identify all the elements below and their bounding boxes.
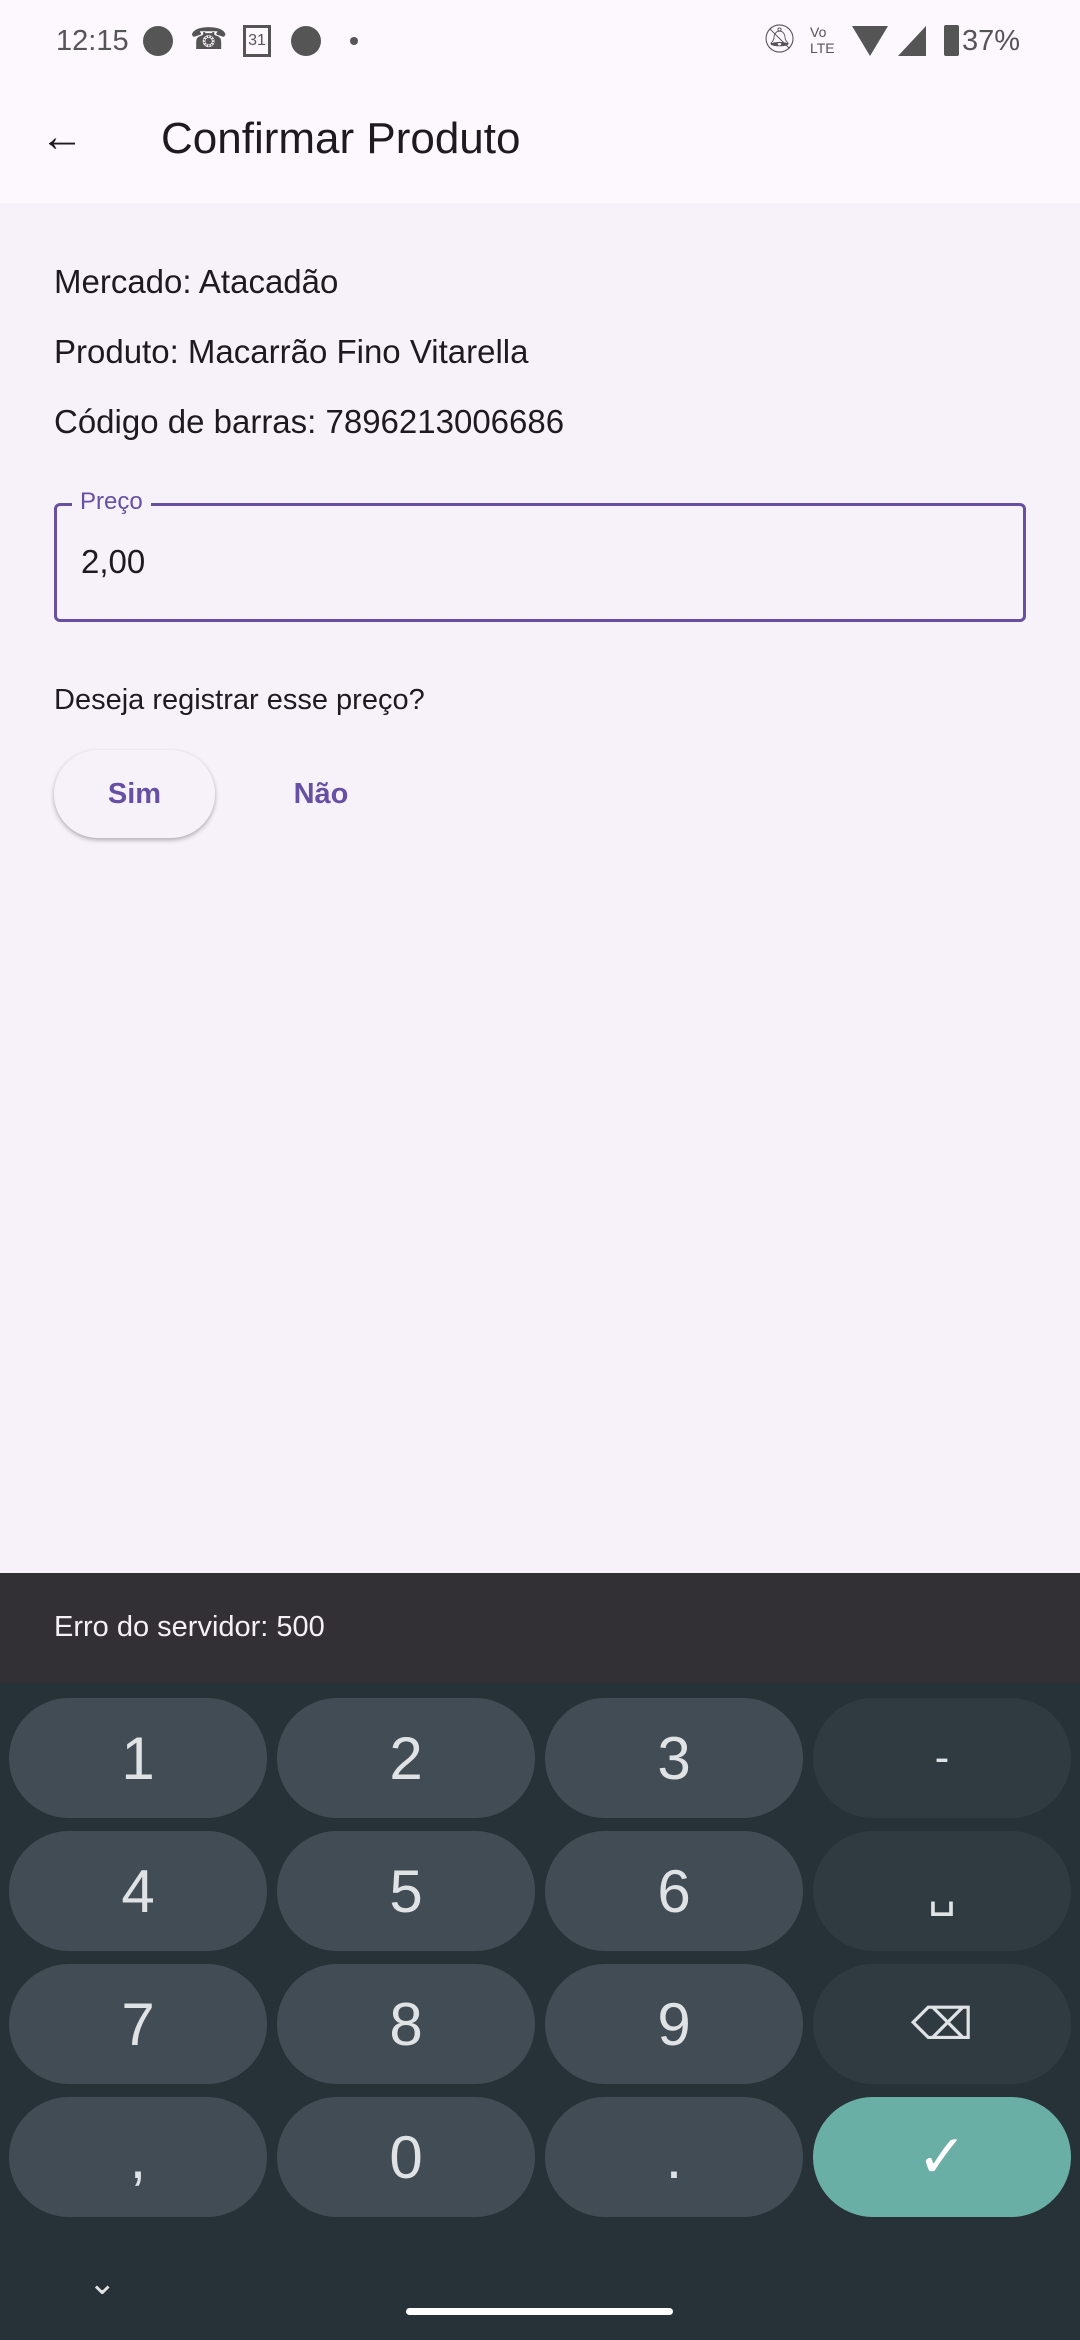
key-5[interactable]: 5 (277, 1831, 535, 1951)
key-minus[interactable]: - (813, 1698, 1071, 1818)
home-indicator[interactable] (406, 2308, 673, 2315)
hide-keyboard-chevron-icon[interactable]: ⌄ (88, 2263, 117, 2303)
snackbar: Erro do servidor: 500 (0, 1573, 1080, 1683)
key-4[interactable]: 4 (9, 1831, 267, 1951)
yes-button[interactable]: Sim (54, 750, 215, 838)
status-bar: 12:15 ☎ 31 🔕︎ Vo LTE 37% (0, 0, 1080, 90)
key-6[interactable]: 6 (545, 1831, 803, 1951)
key-space[interactable]: ␣ (813, 1831, 1071, 1951)
page-title: Confirmar Produto (161, 114, 521, 163)
key-enter[interactable]: ✓ (813, 2097, 1071, 2217)
product-label: Produto: Macarrão Fino Vitarella (54, 333, 529, 370)
bell-off-icon: 🔕︎ (762, 23, 798, 54)
pinterest-icon (291, 26, 321, 56)
key-9[interactable]: 9 (545, 1964, 803, 2084)
calendar-icon: 31 (243, 25, 271, 57)
snackbar-message: Erro do servidor: 500 (54, 1611, 325, 1643)
volte-icon: Vo LTE (810, 24, 835, 56)
key-1[interactable]: 1 (9, 1698, 267, 1818)
key-period[interactable]: . (545, 2097, 803, 2217)
no-button[interactable]: Não (260, 750, 382, 838)
key-7[interactable]: 7 (9, 1964, 267, 2084)
status-time: 12:15 (56, 25, 129, 57)
market-label: Mercado: Atacadão (54, 263, 339, 300)
price-label: Preço (72, 488, 151, 516)
key-comma[interactable]: , (9, 2097, 267, 2217)
app-bar: ← Confirmar Produto (0, 90, 1080, 203)
wifi-icon (852, 26, 888, 56)
app-icon (143, 26, 173, 56)
confirm-question: Deseja registrar esse preço? (54, 684, 425, 716)
arrow-back-icon[interactable]: ← (40, 112, 84, 162)
key-0[interactable]: 0 (277, 2097, 535, 2217)
key-3[interactable]: 3 (545, 1698, 803, 1818)
key-8[interactable]: 8 (277, 1964, 535, 2084)
key-backspace[interactable]: ⌫ (813, 1964, 1071, 2084)
numeric-keyboard: 1 2 3- 4 5 6 ␣ 7 8 9 ⌫, 0. ✓ ⌄ (0, 1683, 1080, 2340)
barcode-label: Código de barras: 7896213006686 (54, 403, 565, 440)
key-2[interactable]: 2 (277, 1698, 535, 1818)
price-input[interactable] (54, 503, 1026, 622)
battery-charging-icon (944, 25, 959, 56)
battery-percent: 37% (962, 25, 1021, 57)
dot-icon (350, 37, 358, 45)
signal-icon (898, 26, 926, 56)
missed-call-icon: ☎ (190, 23, 228, 56)
price-value[interactable]: 2,00 (81, 543, 145, 581)
